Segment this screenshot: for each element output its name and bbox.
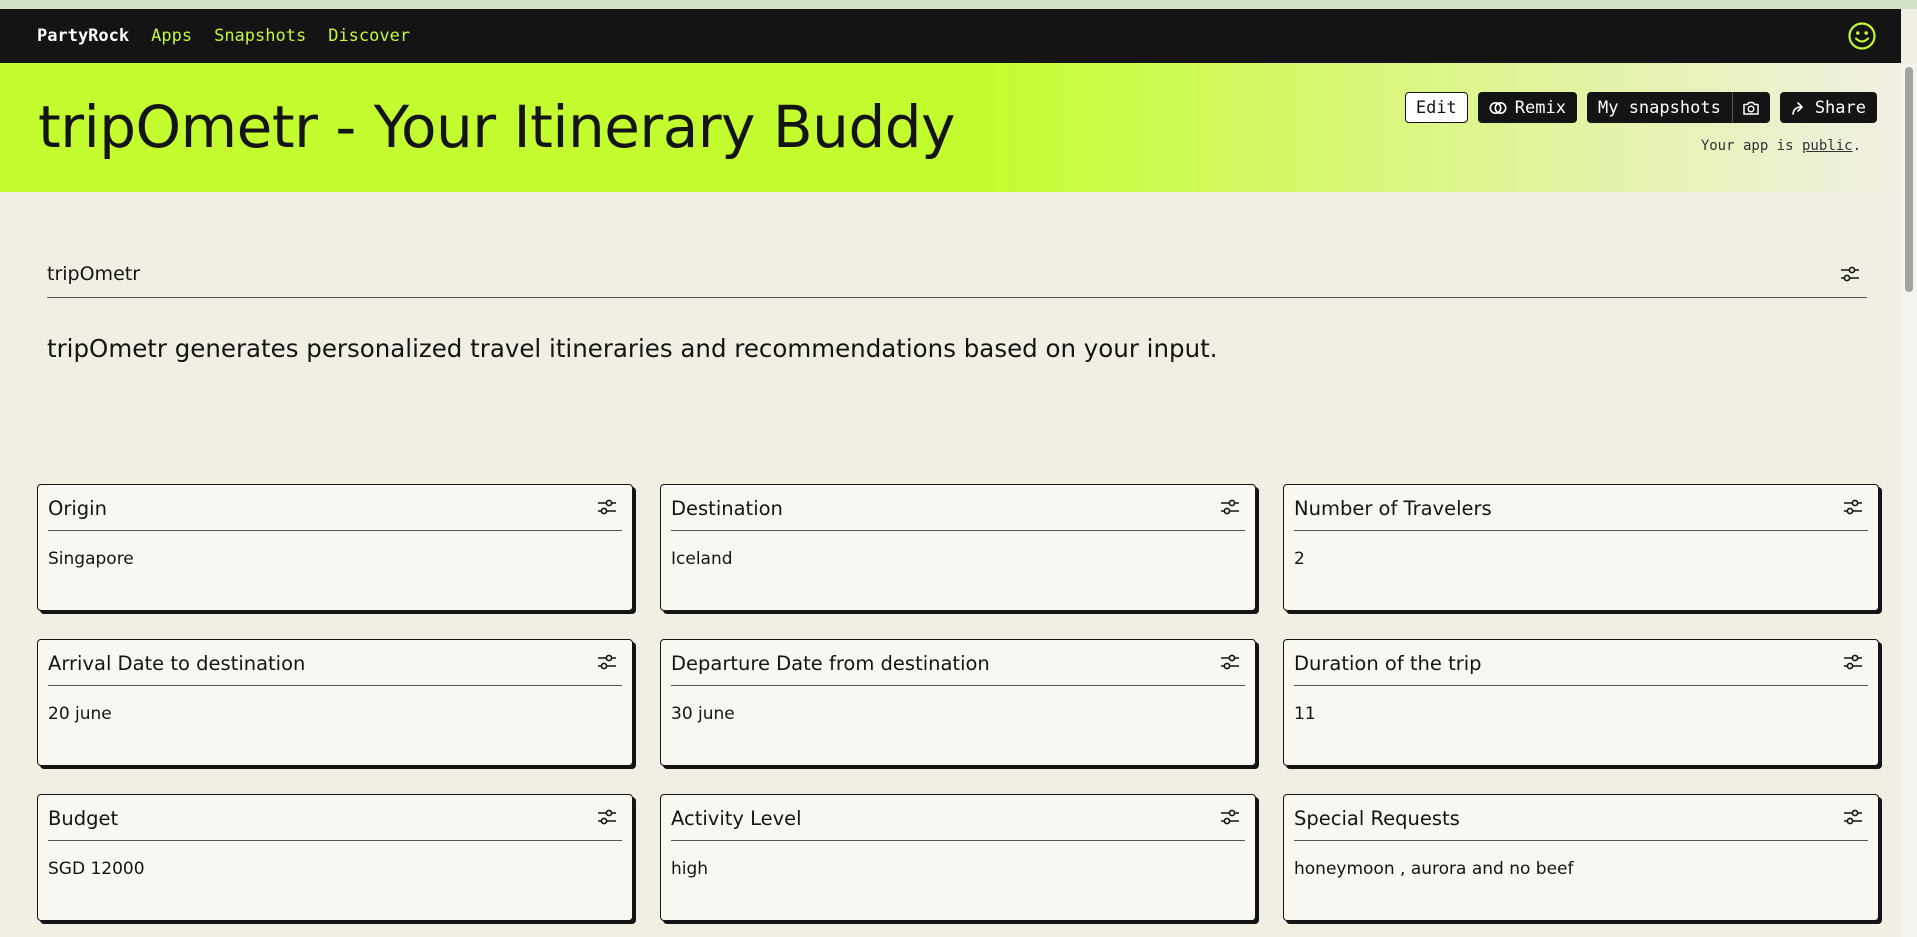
widget-divider (48, 530, 622, 531)
app-title: tripOmetr - Your Itinerary Buddy (38, 93, 955, 161)
top-navbar: PartyRock Apps Snapshots Discover (0, 9, 1901, 63)
widget-title: Departure Date from destination (671, 652, 990, 675)
widget-divider (1294, 530, 1868, 531)
widget-title: Number of Travelers (1294, 497, 1492, 520)
widget-duration[interactable]: Duration of the trip 11 (1283, 639, 1879, 766)
widget-value[interactable]: Iceland (671, 549, 733, 569)
widget-value[interactable]: SGD 12000 (48, 859, 145, 879)
widget-value[interactable]: 30 june (671, 704, 735, 724)
take-snapshot-button[interactable] (1731, 92, 1770, 123)
sliders-icon[interactable] (1839, 265, 1861, 283)
remix-button-label: Remix (1514, 97, 1566, 118)
widget-budget[interactable]: Budget SGD 12000 (37, 794, 633, 921)
nav-link-snapshots[interactable]: Snapshots (214, 26, 306, 46)
widget-value[interactable]: 20 june (48, 704, 112, 724)
visibility-public-link[interactable]: public (1802, 138, 1853, 154)
header-actions: Edit Remix My snapshots Share (1404, 92, 1877, 123)
widget-title: Origin (48, 497, 107, 520)
sliders-icon[interactable] (1219, 498, 1241, 516)
sliders-icon[interactable] (1219, 653, 1241, 671)
nav-link-apps[interactable]: Apps (151, 26, 192, 46)
widget-divider (1294, 840, 1868, 841)
sliders-icon[interactable] (1842, 653, 1864, 671)
sliders-icon[interactable] (596, 808, 618, 826)
nav-link-discover[interactable]: Discover (328, 26, 410, 46)
smiley-icon[interactable] (1847, 21, 1877, 51)
share-button-label: Share (1814, 97, 1866, 118)
edit-button[interactable]: Edit (1404, 92, 1468, 123)
app-name: tripOmetr (47, 263, 141, 285)
widget-title: Budget (48, 807, 119, 830)
widget-divider (671, 840, 1245, 841)
widget-title: Arrival Date to destination (48, 652, 306, 675)
partyrock-logo[interactable]: PartyRock (37, 26, 129, 46)
widget-destination[interactable]: Destination Iceland (660, 484, 1256, 611)
visibility-prefix: Your app is (1700, 138, 1802, 154)
sliders-icon[interactable] (1842, 808, 1864, 826)
widget-divider (671, 530, 1245, 531)
widget-origin[interactable]: Origin Singapore (37, 484, 633, 611)
widget-title: Activity Level (671, 807, 802, 830)
app-name-row: tripOmetr (47, 256, 1867, 298)
sliders-icon[interactable] (1219, 808, 1241, 826)
sliders-icon[interactable] (596, 653, 618, 671)
app-header-banner: tripOmetr - Your Itinerary Buddy Edit Re… (0, 63, 1901, 192)
visibility-suffix: . (1852, 138, 1861, 154)
share-arrow-icon (1792, 101, 1803, 115)
widget-title: Duration of the trip (1294, 652, 1482, 675)
remix-button[interactable]: Remix (1477, 92, 1577, 123)
widget-divider (48, 840, 622, 841)
page-scrollbar[interactable] (1901, 63, 1917, 937)
camera-icon (1743, 101, 1759, 115)
share-button[interactable]: Share (1779, 92, 1877, 123)
widget-title: Special Requests (1294, 807, 1460, 830)
widget-special-requests[interactable]: Special Requests honeymoon , aurora and … (1283, 794, 1879, 921)
widget-activity-level[interactable]: Activity Level high (660, 794, 1256, 921)
visibility-note: Your app is public. (1701, 138, 1861, 154)
widget-value[interactable]: Singapore (48, 549, 134, 569)
sliders-icon[interactable] (1842, 498, 1864, 516)
snapshots-button-group: My snapshots (1586, 92, 1770, 123)
widget-value[interactable]: 2 (1294, 549, 1305, 569)
widget-divider (1294, 685, 1868, 686)
widget-arrival-date[interactable]: Arrival Date to destination 20 june (37, 639, 633, 766)
browser-top-strip (0, 0, 1917, 9)
widget-number-of-travelers[interactable]: Number of Travelers 2 (1283, 484, 1879, 611)
sliders-icon[interactable] (596, 498, 618, 516)
widget-title: Destination (671, 497, 783, 520)
app-description: tripOmetr generates personalized travel … (47, 334, 1218, 363)
remix-icon (1489, 101, 1507, 114)
widget-divider (48, 685, 622, 686)
widget-value[interactable]: honeymoon , aurora and no beef (1294, 859, 1574, 879)
widget-divider (671, 685, 1245, 686)
scrollbar-thumb[interactable] (1905, 67, 1913, 292)
widget-departure-date[interactable]: Departure Date from destination 30 june (660, 639, 1256, 766)
widget-value[interactable]: high (671, 859, 708, 879)
my-snapshots-button[interactable]: My snapshots (1586, 92, 1732, 123)
widget-value[interactable]: 11 (1294, 704, 1316, 724)
